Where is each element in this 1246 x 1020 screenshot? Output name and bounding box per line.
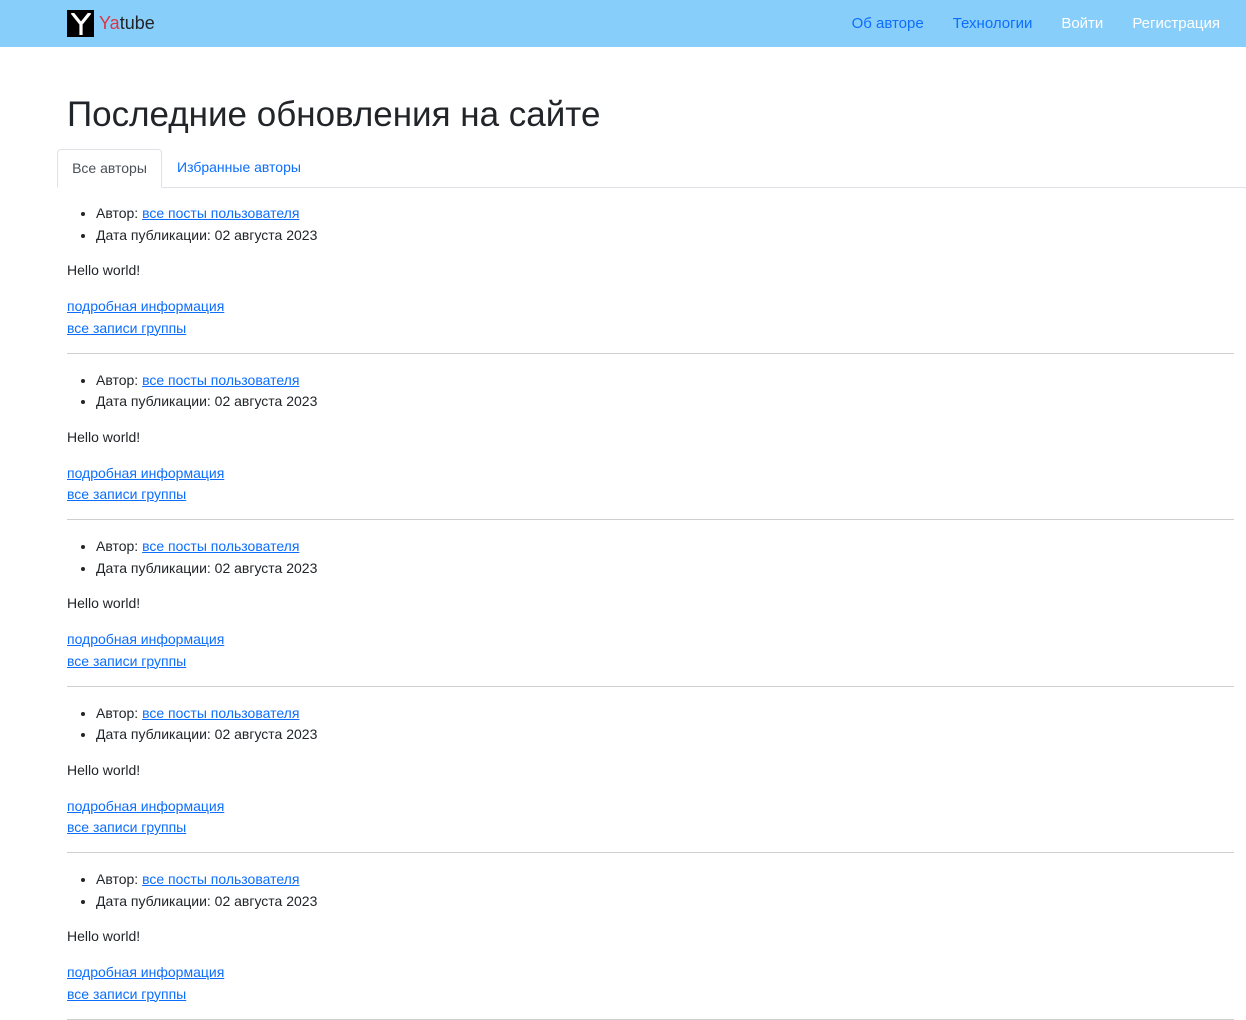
post-author-label: Автор: bbox=[96, 205, 139, 221]
post-detail-link[interactable]: подробная информация bbox=[67, 463, 224, 485]
nav-links: Об авторе Технологии Войти Регистрация bbox=[823, 0, 1220, 47]
tab-favorite-authors[interactable]: Избранные авторы bbox=[162, 149, 316, 186]
post-meta: Автор: все посты пользователя Дата публи… bbox=[67, 703, 317, 746]
post-author-label: Автор: bbox=[96, 371, 139, 388]
brand-name-rest: tube bbox=[119, 13, 155, 33]
author-posts-link[interactable]: все посты пользователя bbox=[142, 372, 299, 388]
post-author-row: Автор: все посты пользователя bbox=[96, 869, 317, 891]
author-tabs: Все авторы Избранные авторы bbox=[57, 149, 1246, 188]
post-date-row: Дата публикации: 02 августа 2023 bbox=[96, 891, 317, 913]
brand-name: Yatube bbox=[99, 10, 155, 37]
post-meta: Автор: все посты пользователя Дата публи… bbox=[67, 203, 317, 246]
post-card: Автор: все посты пользователя Дата публи… bbox=[67, 520, 1234, 687]
author-posts-link[interactable]: все посты пользователя bbox=[142, 705, 299, 721]
post-links: подробная информация все записи группы bbox=[67, 796, 224, 839]
post-links: подробная информация все записи группы bbox=[67, 629, 224, 672]
post-author-row: Автор: все посты пользователя bbox=[96, 536, 317, 558]
post-meta: Автор: все посты пользователя Дата публи… bbox=[67, 536, 317, 579]
post-date-row: Дата публикации: 02 августа 2023 bbox=[96, 391, 317, 413]
post-meta: Автор: все посты пользователя Дата публи… bbox=[67, 869, 317, 912]
post-text: Hello world! bbox=[67, 928, 141, 944]
post-date-label: Дата публикации: bbox=[96, 892, 211, 909]
post-meta: Автор: все посты пользователя Дата публи… bbox=[67, 370, 317, 413]
posts-list: Автор: все посты пользователя Дата публи… bbox=[67, 187, 1234, 1020]
group-posts-link[interactable]: все записи группы bbox=[67, 984, 224, 1006]
post-text: Hello world! bbox=[67, 262, 141, 278]
post-date-row: Дата публикации: 02 августа 2023 bbox=[96, 558, 317, 580]
post-date-label: Дата публикации: bbox=[96, 393, 211, 409]
post-date: 02 августа 2023 bbox=[214, 393, 318, 409]
post-text: Hello world! bbox=[67, 595, 141, 611]
post-card: Автор: все посты пользователя Дата публи… bbox=[67, 187, 1234, 354]
post-text: Hello world! bbox=[67, 428, 141, 445]
author-posts-link[interactable]: все посты пользователя bbox=[142, 538, 299, 554]
post-author-label: Автор: bbox=[96, 871, 139, 887]
post-author-label: Автор: bbox=[96, 538, 139, 554]
group-posts-link[interactable]: все записи группы bbox=[67, 318, 224, 340]
tab-all-authors[interactable]: Все авторы bbox=[57, 149, 162, 188]
post-links: подробная информация все записи группы bbox=[67, 962, 224, 1005]
post-card: Автор: все посты пользователя Дата публи… bbox=[67, 354, 1234, 520]
post-date-label: Дата публикации: bbox=[96, 726, 211, 742]
group-posts-link[interactable]: все записи группы bbox=[67, 651, 224, 673]
post-detail-link[interactable]: подробная информация bbox=[67, 629, 224, 651]
navbar: Yatube Об авторе Технологии Войти Регист… bbox=[0, 0, 1246, 47]
nav-link-login[interactable]: Войти bbox=[1061, 15, 1103, 32]
group-posts-link[interactable]: все записи группы bbox=[67, 817, 224, 839]
nav-link-about-author[interactable]: Об авторе bbox=[852, 15, 924, 32]
group-posts-link[interactable]: все записи группы bbox=[67, 484, 224, 506]
post-date: 02 августа 2023 bbox=[214, 892, 318, 909]
post-detail-link[interactable]: подробная информация bbox=[67, 796, 224, 818]
post-links: подробная информация все записи группы bbox=[67, 296, 224, 339]
post-author-row: Автор: все посты пользователя bbox=[96, 370, 317, 392]
post-detail-link[interactable]: подробная информация bbox=[67, 962, 224, 984]
post-card: Автор: все посты пользователя Дата публи… bbox=[67, 687, 1234, 853]
post-date-label: Дата публикации: bbox=[96, 559, 211, 576]
nav-link-technologies[interactable]: Технологии bbox=[953, 15, 1033, 32]
post-links: подробная информация все записи группы bbox=[67, 463, 224, 506]
post-author-row: Автор: все посты пользователя bbox=[96, 703, 317, 725]
brand-name-accent: Ya bbox=[99, 13, 120, 33]
post-card: Автор: все посты пользователя Дата публи… bbox=[67, 853, 1234, 1020]
post-date: 02 августа 2023 bbox=[214, 726, 318, 742]
page-title: Последние обновления на сайте bbox=[67, 95, 601, 134]
post-text: Hello world! bbox=[67, 761, 141, 778]
post-date-row: Дата публикации: 02 августа 2023 bbox=[96, 225, 317, 247]
post-author-label: Автор: bbox=[96, 704, 139, 721]
yatube-logo-icon bbox=[67, 10, 94, 37]
post-author-row: Автор: все посты пользователя bbox=[96, 203, 317, 225]
post-date-label: Дата публикации: bbox=[96, 226, 211, 243]
author-posts-link[interactable]: все посты пользователя bbox=[142, 871, 299, 887]
post-date-row: Дата публикации: 02 августа 2023 bbox=[96, 724, 317, 746]
post-date: 02 августа 2023 bbox=[214, 226, 318, 243]
post-date: 02 августа 2023 bbox=[214, 559, 318, 576]
nav-link-signup[interactable]: Регистрация bbox=[1132, 15, 1220, 32]
brand-home-link[interactable]: Yatube bbox=[67, 10, 155, 37]
post-detail-link[interactable]: подробная информация bbox=[67, 296, 224, 318]
author-posts-link[interactable]: все посты пользователя bbox=[142, 205, 299, 221]
